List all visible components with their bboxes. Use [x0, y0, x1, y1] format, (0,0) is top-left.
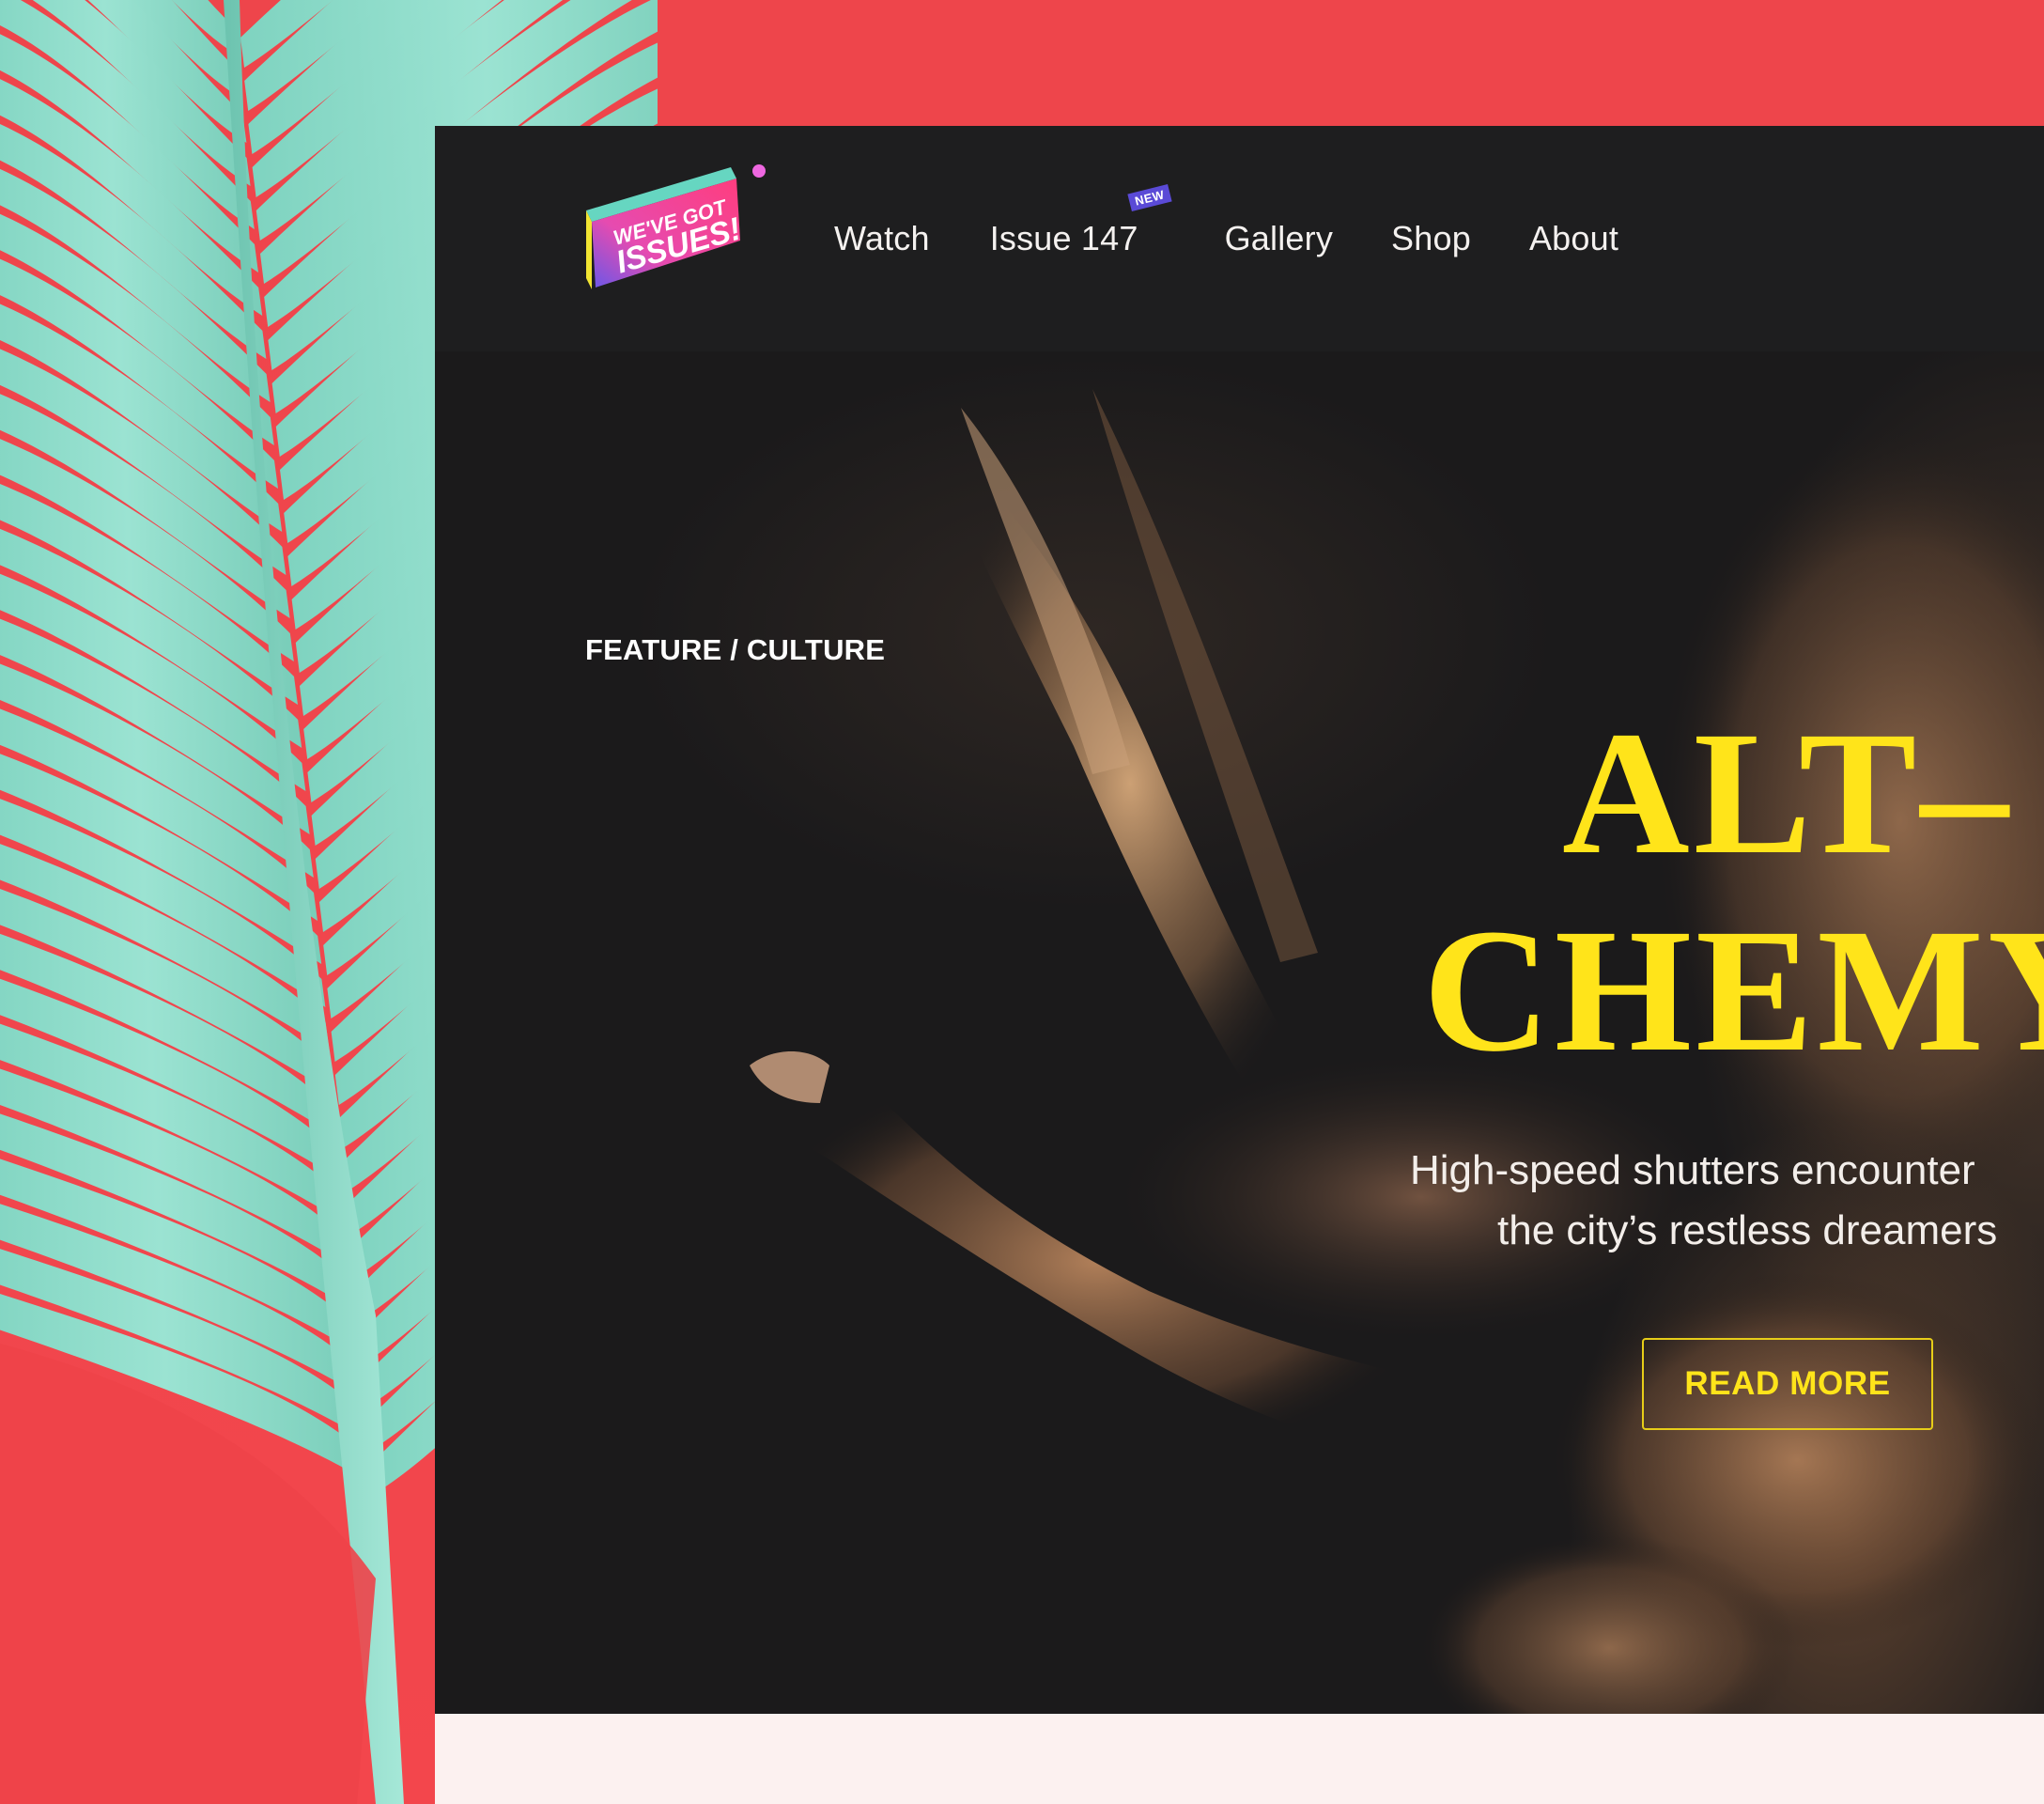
content-section-top [435, 1714, 2044, 1804]
site-logo[interactable]: WE'VE GOT ISSUES! [582, 162, 780, 293]
nav-menu: Watch Issue 147 NEW Gallery Shop About [834, 126, 1679, 351]
hero-section: FEATURE / CULTURE ALT– CHEMY High-speed … [435, 351, 2044, 1714]
nav-link-issue[interactable]: Issue 147 NEW [989, 183, 1172, 258]
headline-line-1: ALT– [1562, 694, 2013, 891]
subtitle-line-2: the city’s restless dreamers [1497, 1207, 1998, 1253]
article-category[interactable]: FEATURE / CULTURE [585, 633, 885, 667]
read-more-button[interactable]: READ MORE [1642, 1338, 1933, 1430]
nav-link-gallery[interactable]: Gallery [1225, 219, 1333, 258]
hero-subtitle: High-speed shutters encounter the city’s… [1410, 1141, 1997, 1261]
subtitle-line-1: High-speed shutters encounter [1410, 1147, 1975, 1193]
nav-link-watch[interactable]: Watch [834, 219, 930, 258]
new-badge: NEW [1127, 183, 1172, 212]
nav-link-issue-label: Issue 147 [989, 219, 1138, 257]
headline-line-2: CHEMY [1423, 892, 2044, 1088]
hero-headline: ALT– CHEMY [1412, 694, 2044, 1089]
website-window: WE'VE GOT ISSUES! Watch Issue 147 NEW Ga… [435, 126, 2044, 1804]
top-navigation: WE'VE GOT ISSUES! Watch Issue 147 NEW Ga… [435, 126, 2044, 351]
nav-link-about[interactable]: About [1529, 219, 1618, 258]
nav-link-shop[interactable]: Shop [1391, 219, 1471, 258]
